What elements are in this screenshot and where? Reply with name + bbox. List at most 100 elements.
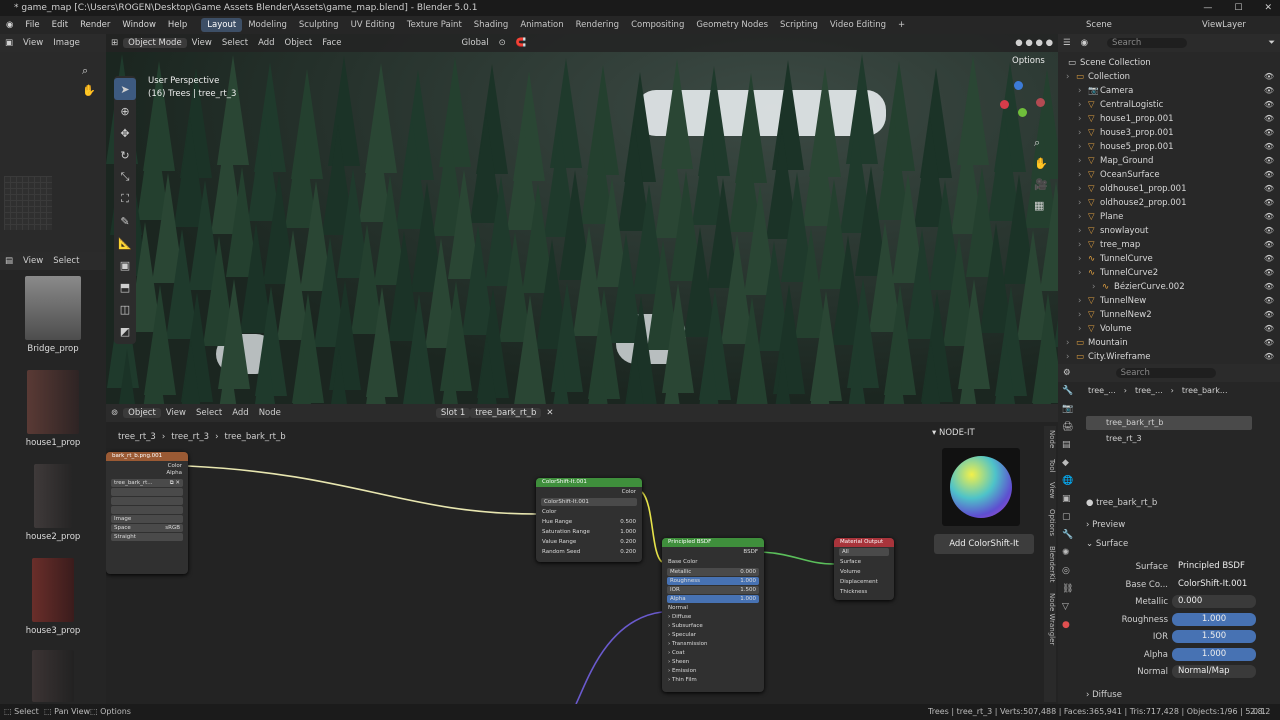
scene-selector[interactable]: Scene bbox=[1086, 20, 1112, 30]
viewport-object-menu[interactable]: Object bbox=[280, 38, 318, 48]
modifier-tab-icon[interactable]: 🔧 bbox=[1062, 530, 1076, 540]
input-volume[interactable]: Volume bbox=[834, 567, 894, 577]
outliner-item[interactable]: › ∿ BézierCurve.002 👁 bbox=[1058, 280, 1280, 294]
input-surface[interactable]: Surface bbox=[834, 557, 894, 567]
outliner-item[interactable]: › ▽ Plane 👁 bbox=[1058, 210, 1280, 224]
input-displacement[interactable]: Displacement bbox=[834, 577, 894, 587]
image-file-field[interactable]: tree_bark_rt... ⧉ ✕ bbox=[111, 479, 183, 487]
tab-rendering[interactable]: Rendering bbox=[570, 18, 625, 32]
outliner-item[interactable]: › ▽ snowlayout 👁 bbox=[1058, 224, 1280, 238]
colorspace-field[interactable]: Space sRGB bbox=[111, 524, 183, 532]
scale-tool-icon[interactable]: ⤡ bbox=[114, 166, 136, 188]
node-group-selector[interactable]: ColorShift-It.001 bbox=[541, 498, 637, 506]
editor-type-icon[interactable]: ☰ bbox=[1058, 38, 1076, 48]
viewport-shading-icons[interactable]: ● ● ● ● bbox=[1010, 38, 1058, 48]
visibility-icon[interactable]: 👁 bbox=[1264, 168, 1274, 182]
bevel-tool-icon[interactable]: ◩ bbox=[114, 320, 136, 342]
menu-window[interactable]: Window bbox=[116, 20, 162, 30]
tab-options[interactable]: Options bbox=[1048, 505, 1056, 540]
extension-field[interactable] bbox=[111, 506, 183, 514]
grid-icon[interactable]: ▦ bbox=[1034, 199, 1044, 212]
bsdf-section-thin-film[interactable]: › Thin Film bbox=[662, 676, 764, 685]
visibility-icon[interactable]: 👁 bbox=[1264, 294, 1274, 308]
expand-icon[interactable]: › bbox=[1078, 196, 1081, 210]
outliner-item[interactable]: › ∿ TunnelCurve2 👁 bbox=[1058, 266, 1280, 280]
image-editor-view-menu[interactable]: View bbox=[18, 38, 48, 48]
outliner-item[interactable]: › 📷 Camera 👁 bbox=[1058, 84, 1280, 98]
expand-icon[interactable]: › bbox=[1078, 84, 1081, 98]
view-layer-tab-icon[interactable]: ▤ bbox=[1062, 440, 1076, 450]
snap-icon[interactable]: 🧲 bbox=[511, 38, 532, 48]
asset-view-menu[interactable]: View bbox=[18, 256, 48, 266]
visibility-icon[interactable]: 👁 bbox=[1264, 154, 1274, 168]
data-tab-icon[interactable]: ▽ bbox=[1062, 602, 1076, 612]
editor-type-icon[interactable]: ⚙ bbox=[1058, 368, 1076, 378]
navigation-gizmo[interactable] bbox=[996, 78, 1046, 128]
outliner-item[interactable]: › ▽ TunnelNew 👁 bbox=[1058, 294, 1280, 308]
visibility-icon[interactable]: 👁 bbox=[1264, 84, 1274, 98]
menu-help[interactable]: Help bbox=[162, 20, 193, 30]
select-tool-icon[interactable]: ➤ bbox=[114, 78, 136, 100]
alpha-mode-field[interactable]: Straight bbox=[111, 533, 183, 541]
tab-layout[interactable]: Layout bbox=[201, 18, 243, 32]
maximize-icon[interactable]: ☐ bbox=[1234, 0, 1242, 16]
outliner-item[interactable]: › ▽ house5_prop.001 👁 bbox=[1058, 140, 1280, 154]
expand-icon[interactable]: › bbox=[1092, 280, 1095, 294]
tab-view[interactable]: View bbox=[1048, 478, 1056, 503]
visibility-icon[interactable]: 👁 bbox=[1264, 322, 1274, 336]
asset-house2-prop[interactable]: house2_prop bbox=[8, 464, 98, 542]
tab-shading[interactable]: Shading bbox=[468, 18, 515, 32]
tab-blenderkit[interactable]: BlenderKit bbox=[1048, 542, 1056, 586]
expand-icon[interactable]: › bbox=[1066, 350, 1069, 364]
editor-type-icon[interactable]: ▤ bbox=[0, 256, 18, 266]
tab-modeling[interactable]: Modeling bbox=[242, 18, 293, 32]
breadcrumb-material[interactable]: tree_bark... bbox=[1182, 386, 1228, 395]
viewport-face-menu[interactable]: Face bbox=[317, 38, 346, 48]
visibility-icon[interactable]: 👁 bbox=[1264, 266, 1274, 280]
random-seed[interactable]: Random Seed 0.200 bbox=[536, 547, 642, 557]
input-thickness[interactable]: Thickness bbox=[834, 587, 894, 597]
outliner-item[interactable]: › ▽ tree_map 👁 bbox=[1058, 238, 1280, 252]
material-output-node[interactable]: Material Output All Surface Volume Displ… bbox=[834, 538, 894, 600]
transform-orientation-dropdown[interactable]: Global bbox=[456, 38, 493, 48]
outliner-item[interactable]: › ▽ OceanSurface 👁 bbox=[1058, 168, 1280, 182]
uv-grid[interactable] bbox=[4, 176, 52, 230]
gizmo-y-axis[interactable] bbox=[1018, 108, 1027, 117]
hue-range[interactable]: Hue Range 0.500 bbox=[536, 517, 642, 527]
expand-icon[interactable]: › bbox=[1078, 224, 1081, 238]
close-icon[interactable]: ✕ bbox=[1264, 0, 1272, 16]
add-colorshift-button[interactable]: Add ColorShift-It bbox=[934, 534, 1034, 554]
output-tab-icon[interactable]: 🖨 bbox=[1062, 422, 1076, 432]
bsdf-section-diffuse[interactable]: › Diffuse bbox=[662, 613, 764, 622]
outliner-item[interactable]: › ▽ house3_prop.001 👁 bbox=[1058, 126, 1280, 140]
expand-icon[interactable]: › bbox=[1078, 266, 1081, 280]
expand-icon[interactable]: › bbox=[1078, 168, 1081, 182]
output-bsdf[interactable]: BSDF bbox=[662, 547, 764, 557]
expand-icon[interactable]: › bbox=[1078, 126, 1081, 140]
viewport-options-button[interactable]: Options bbox=[1012, 56, 1045, 66]
editor-type-icon[interactable]: ▣ bbox=[0, 38, 18, 48]
tab-texture-paint[interactable]: Texture Paint bbox=[401, 18, 468, 32]
visibility-icon[interactable]: 👁 bbox=[1264, 280, 1274, 294]
expand-icon[interactable]: › bbox=[1078, 140, 1081, 154]
minimize-icon[interactable]: — bbox=[1203, 0, 1212, 16]
filter-icon[interactable]: ⏷ bbox=[1263, 38, 1280, 48]
visibility-icon[interactable]: 👁 bbox=[1264, 140, 1274, 154]
camera-icon[interactable]: 🎥 bbox=[1034, 178, 1048, 191]
outliner-item[interactable]: › ∿ TunnelCurve 👁 bbox=[1058, 252, 1280, 266]
viewport-view-menu[interactable]: View bbox=[187, 38, 217, 48]
visibility-icon[interactable]: 👁 bbox=[1264, 238, 1274, 252]
ior-field[interactable]: IOR 1.500 bbox=[667, 586, 759, 594]
output-target-dropdown[interactable]: All bbox=[839, 548, 889, 556]
material-datablock[interactable]: ● tree_bark_rt_b bbox=[1086, 496, 1266, 510]
asset-house3-prop[interactable]: house3_prop bbox=[8, 558, 98, 636]
visibility-icon[interactable]: 👁 bbox=[1264, 336, 1274, 350]
tab-node[interactable]: Node bbox=[1048, 426, 1056, 452]
viewport-select-menu[interactable]: Select bbox=[217, 38, 253, 48]
gizmo-z-axis[interactable] bbox=[1014, 81, 1023, 90]
add-cube-tool-icon[interactable]: ▣ bbox=[114, 254, 136, 276]
object-tab-icon[interactable]: ▢ bbox=[1062, 512, 1076, 522]
menu-file[interactable]: File bbox=[19, 20, 45, 30]
outliner-item[interactable]: › ▭ Mountain 👁 bbox=[1058, 336, 1280, 350]
rotate-tool-icon[interactable]: ↻ bbox=[114, 144, 136, 166]
